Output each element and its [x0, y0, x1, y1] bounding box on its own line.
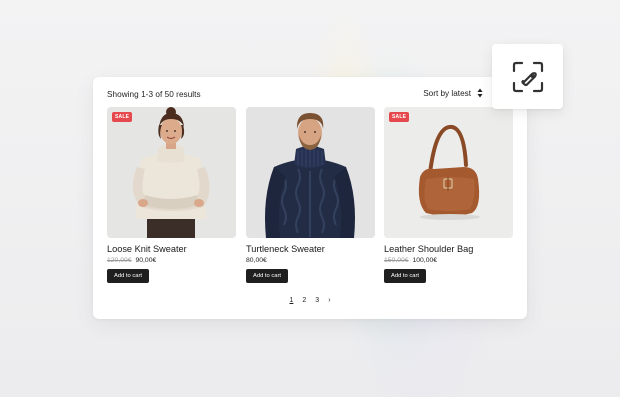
add-to-cart-button[interactable]: Add to cart	[107, 269, 150, 283]
sort-dropdown[interactable]: Sort by latest	[423, 88, 483, 98]
page-link-1[interactable]: 1	[289, 297, 293, 304]
old-price: 150,00€	[384, 257, 409, 264]
add-to-cart-button[interactable]: Add to cart	[246, 269, 289, 283]
page-link-2[interactable]: 2	[302, 297, 306, 304]
sort-arrows-icon	[477, 88, 483, 98]
sale-badge: SALE	[112, 112, 133, 122]
product-name[interactable]: Loose Knit Sweater	[107, 244, 236, 254]
product-price: 80,00€	[246, 257, 375, 264]
pagination: 1 2 3 ›	[93, 297, 527, 304]
current-price: 90,00€	[135, 257, 157, 264]
product-price: 150,00€ 100,00€	[384, 257, 513, 264]
current-price: 80,00€	[246, 257, 267, 264]
product-image-turtleneck-sweater[interactable]	[246, 107, 375, 238]
add-to-cart-button[interactable]: Add to cart	[384, 269, 427, 283]
product-card: SALE Leather Shoulder Bag 150,00€ 100,00…	[384, 107, 513, 283]
sort-label: Sort by latest	[423, 88, 471, 98]
woman-knit-sweater-illustration	[107, 107, 236, 238]
product-card: Turtleneck Sweater 80,00€ Add to cart	[246, 107, 375, 283]
product-image-knit-sweater[interactable]: SALE	[107, 107, 236, 238]
sale-badge: SALE	[389, 112, 410, 122]
old-price: 120,00€	[107, 257, 132, 264]
product-grid-card: Showing 1-3 of 50 results Sort by latest	[93, 77, 527, 319]
product-name[interactable]: Leather Shoulder Bag	[384, 244, 513, 254]
product-price: 120,00€ 90,00€	[107, 257, 236, 264]
tag-scan-button[interactable]	[492, 44, 563, 109]
current-price: 100,00€	[412, 257, 438, 264]
product-card: SALE Loose Knit Sweater 120,00€ 90,00€ A…	[107, 107, 236, 283]
next-page-link[interactable]: ›	[328, 297, 330, 304]
leather-bag-illustration	[384, 107, 513, 238]
man-turtleneck-illustration	[246, 107, 375, 238]
results-count: Showing 1-3 of 50 results	[107, 90, 201, 99]
product-image-shoulder-bag[interactable]: SALE	[384, 107, 513, 238]
tag-scan-icon	[512, 61, 543, 92]
page-link-3[interactable]: 3	[315, 297, 319, 304]
product-name[interactable]: Turtleneck Sweater	[246, 244, 375, 254]
